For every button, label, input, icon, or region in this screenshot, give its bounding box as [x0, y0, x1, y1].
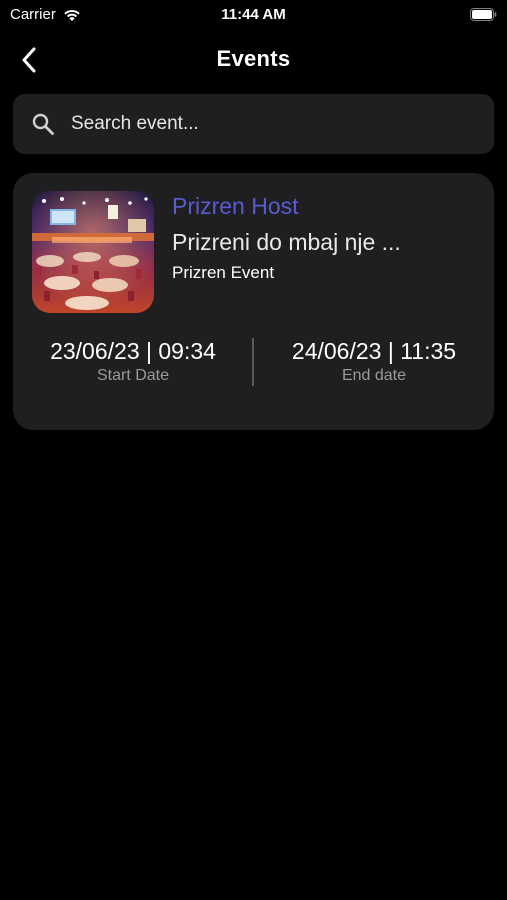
event-title: Prizreni do mbaj nje ... [172, 229, 401, 255]
status-time: 11:44 AM [221, 6, 286, 23]
search-icon [31, 112, 55, 136]
end-date: 24/06/23 | 11:35 End date [254, 338, 494, 385]
event-image [32, 191, 154, 313]
search-bar[interactable] [13, 94, 494, 154]
end-date-value: 24/06/23 | 11:35 [291, 338, 457, 364]
search-input[interactable] [71, 113, 494, 135]
status-bar: Carrier 11:44 AM [0, 0, 507, 30]
start-date-label: Start Date [96, 367, 170, 384]
battery-icon [470, 8, 497, 21]
start-date: 23/06/23 | 09:34 Start Date [13, 338, 253, 385]
event-card[interactable]: Prizren Host Prizreni do mbaj nje ... Pr… [13, 173, 494, 430]
event-category: Prizren Event [172, 263, 275, 282]
navigation-bar: Events [0, 40, 507, 80]
end-date-label: End date [341, 367, 407, 384]
page-title: Events [216, 46, 291, 71]
event-host: Prizren Host [172, 193, 299, 219]
start-date-value: 23/06/23 | 09:34 [50, 338, 216, 364]
